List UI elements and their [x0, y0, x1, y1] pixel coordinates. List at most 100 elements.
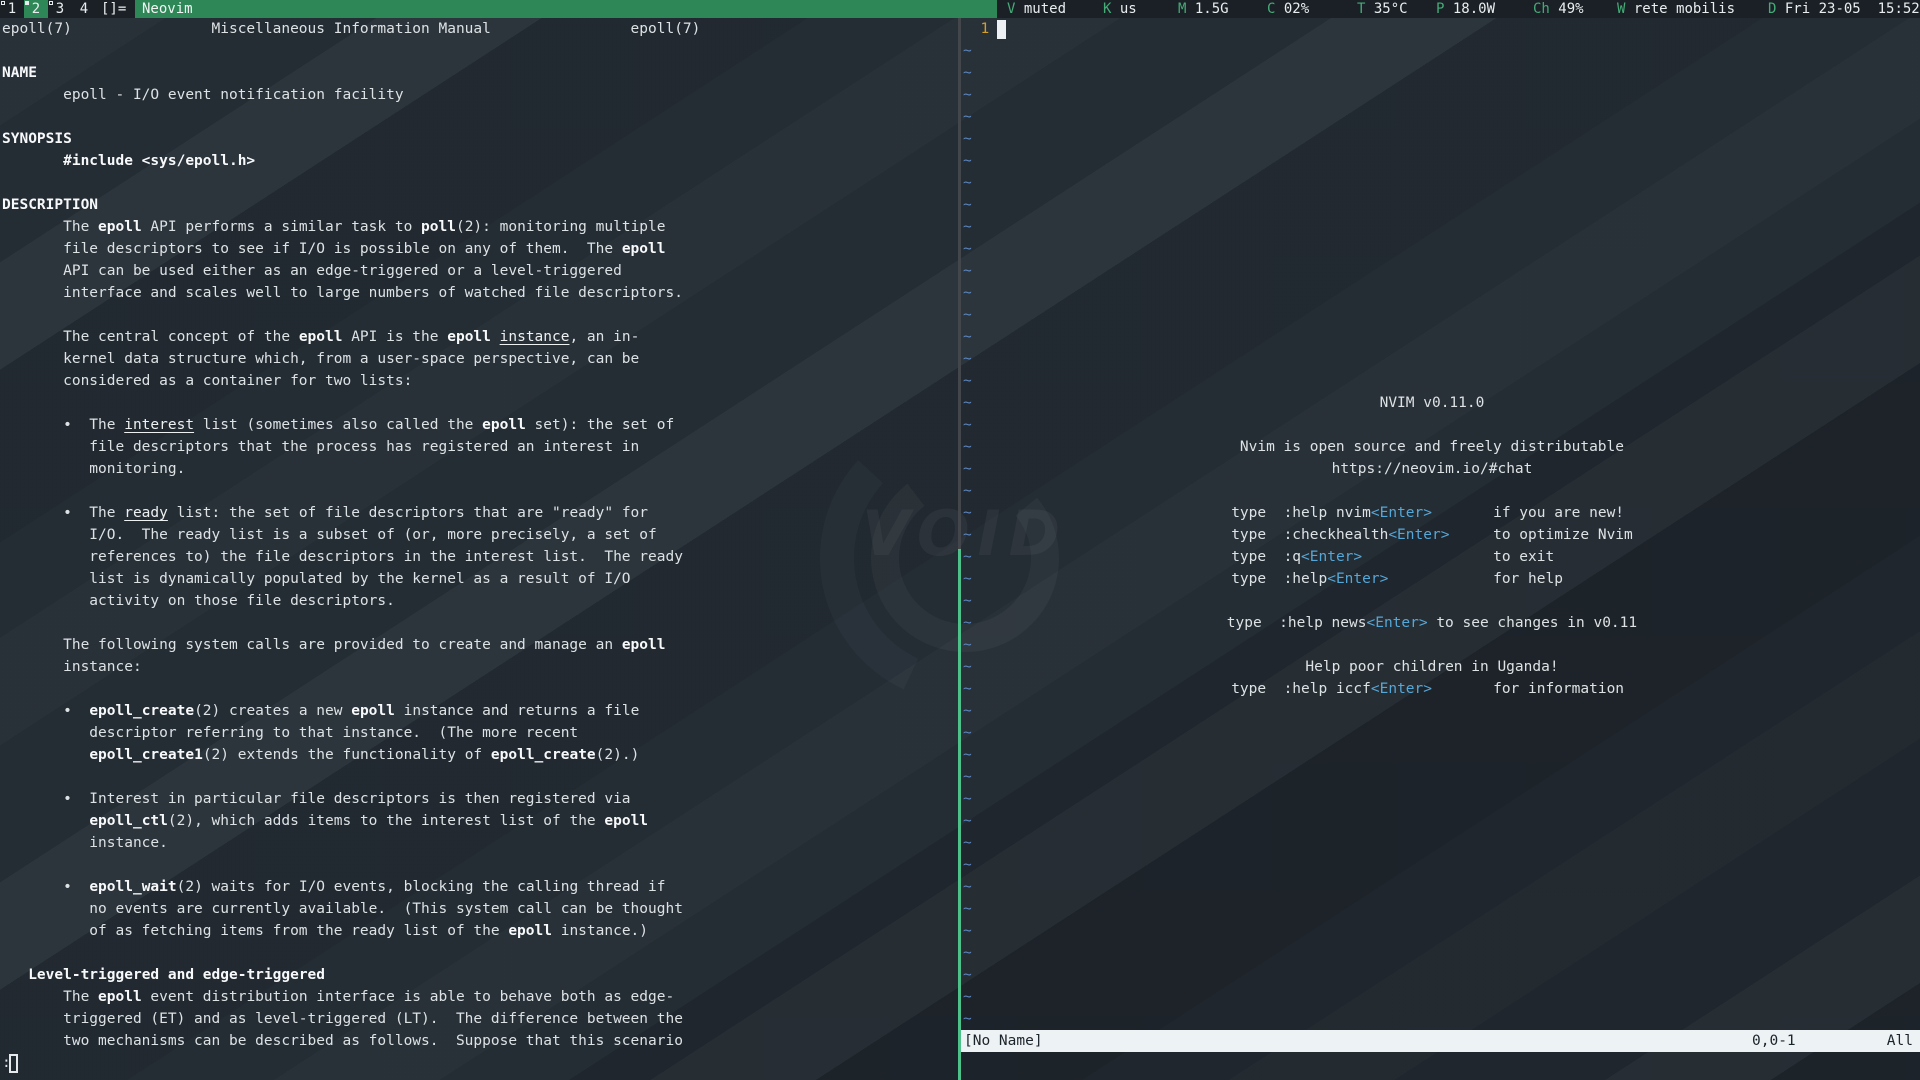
- man-text-line: references to) the file descriptors in t…: [2, 546, 683, 568]
- end-of-buffer-tilde: ~: [963, 282, 972, 304]
- end-of-buffer-tilde: ~: [963, 920, 972, 942]
- tag-2[interactable]: 2: [24, 0, 48, 18]
- man-text-line: instance.: [2, 832, 168, 854]
- intro-line: NVIM v0.11.0: [1380, 392, 1485, 414]
- man-text-line: The epoll event distribution interface i…: [2, 986, 674, 1008]
- end-of-buffer-tilde: ~: [963, 128, 972, 150]
- intro-line: type :help news<Enter> to see changes in…: [1227, 612, 1637, 634]
- intro-line: Nvim is open source and freely distribut…: [1240, 436, 1624, 458]
- end-of-buffer-tilde: ~: [963, 656, 972, 678]
- end-of-buffer-tilde: ~: [963, 436, 972, 458]
- man-text-line: SYNOPSIS: [2, 128, 72, 150]
- end-of-buffer-tilde: ~: [963, 348, 972, 370]
- end-of-buffer-tilde: ~: [963, 480, 972, 502]
- end-of-buffer-tilde: ~: [963, 502, 972, 524]
- layout-symbol[interactable]: []=: [101, 0, 126, 18]
- dwm-status-bar: 1234 []= Neovim V muted K us M 1.5G C 02% T …: [0, 0, 1920, 18]
- man-pane[interactable]: epoll(7) Miscellaneous Information Manua…: [0, 18, 956, 1080]
- man-text-line: list is dynamically populated by the ker…: [2, 568, 631, 590]
- man-text-line: The epoll API performs a similar task to…: [2, 216, 665, 238]
- status-c: C 02%: [1267, 0, 1309, 18]
- end-of-buffer-tilde: ~: [963, 392, 972, 414]
- man-text-line: epoll(7) Miscellaneous Information Manua…: [2, 18, 700, 40]
- end-of-buffer-tilde: ~: [963, 590, 972, 612]
- tag-3[interactable]: 3: [48, 0, 72, 18]
- end-of-buffer-tilde: ~: [963, 370, 972, 392]
- man-text-line: kernel data structure which, from a user…: [2, 348, 639, 370]
- man-text-line: descriptor referring to that instance. (…: [2, 722, 578, 744]
- end-of-buffer-tilde: ~: [963, 722, 972, 744]
- end-of-buffer-tilde: ~: [963, 260, 972, 282]
- intro-line: type :help<Enter> for help: [1231, 568, 1633, 590]
- tag-1[interactable]: 1: [0, 0, 24, 18]
- status-value: 49%: [1550, 1, 1584, 17]
- status-m: M 1.5G: [1178, 0, 1229, 18]
- man-text-line: considered as a container for two lists:: [2, 370, 412, 392]
- tag-occupancy-indicator: [49, 1, 53, 5]
- end-of-buffer-tilde: ~: [963, 942, 972, 964]
- tag-4[interactable]: 4: [72, 0, 96, 18]
- man-text-line: The central concept of the epoll API is …: [2, 326, 639, 348]
- intro-line: Help poor children in Uganda!: [1305, 656, 1558, 678]
- end-of-buffer-tilde: ~: [963, 304, 972, 326]
- nvim-statusline: [No Name] 0,0-1 All: [961, 1030, 1920, 1052]
- man-text-line: NAME: [2, 62, 37, 84]
- end-of-buffer-tilde: ~: [963, 238, 972, 260]
- end-of-buffer-tilde: ~: [963, 876, 972, 898]
- tag-label: 2: [32, 1, 40, 17]
- status-value: Fri 23-05 15:52: [1776, 1, 1919, 17]
- end-of-buffer-tilde: ~: [963, 964, 972, 986]
- end-of-buffer-tilde: ~: [963, 40, 972, 62]
- end-of-buffer-tilde: ~: [963, 194, 972, 216]
- focused-window-title[interactable]: Neovim: [135, 0, 997, 18]
- end-of-buffer-tilde: ~: [963, 172, 972, 194]
- status-value: muted: [1015, 1, 1066, 17]
- man-text-line: • epoll_wait(2) waits for I/O events, bl…: [2, 876, 666, 898]
- status-value: 02%: [1275, 1, 1309, 17]
- man-text-line: • The ready list: the set of file descri…: [2, 502, 648, 524]
- nvim-pane[interactable]: ~~~~~~~~~~~~~~~~~~~~~~~~~~~~~~~~~~~~~~~~…: [961, 18, 1920, 1080]
- end-of-buffer-tilde: ~: [963, 700, 972, 722]
- end-of-buffer-tilde: ~: [963, 766, 972, 788]
- man-text-line: DESCRIPTION: [2, 194, 98, 216]
- tag-occupancy-indicator: [25, 1, 29, 5]
- tag-label: 4: [80, 1, 88, 17]
- end-of-buffer-tilde: ~: [963, 634, 972, 656]
- intro-line: https://neovim.io/#chat: [1332, 458, 1533, 480]
- man-text-line: epoll_ctl(2), which adds items to the in…: [2, 810, 648, 832]
- end-of-buffer-tilde: ~: [963, 62, 972, 84]
- intro-line: type :help iccf<Enter> for information: [1231, 678, 1633, 700]
- status-value: 35°C: [1365, 1, 1407, 17]
- statusline-filename: [No Name]: [964, 1030, 1043, 1052]
- focused-window-border: [958, 549, 961, 1080]
- end-of-buffer-tilde: ~: [963, 898, 972, 920]
- status-t: T 35°C: [1357, 0, 1408, 18]
- end-of-buffer-tilde: ~: [963, 414, 972, 436]
- man-text-line: file descriptors to see if I/O is possib…: [2, 238, 665, 260]
- status-k: K us: [1103, 0, 1137, 18]
- end-of-buffer-tilde: ~: [963, 216, 972, 238]
- end-of-buffer-tilde: ~: [963, 678, 972, 700]
- status-key: Ch: [1533, 1, 1550, 17]
- man-text-line: API can be used either as an edge-trigge…: [2, 260, 622, 282]
- end-of-buffer-tilde: ~: [963, 546, 972, 568]
- unfocused-window-border: [958, 18, 961, 549]
- man-text-line: no events are currently available. (This…: [2, 898, 683, 920]
- statusline-ruler-scroll: All: [1887, 1030, 1913, 1052]
- man-text-line: triggered (ET) and as level-triggered (L…: [2, 1008, 683, 1030]
- man-text-line: epoll_create1(2) extends the functionali…: [2, 744, 639, 766]
- man-text-line: activity on those file descriptors.: [2, 590, 395, 612]
- man-text-line: of as fetching items from the ready list…: [2, 920, 648, 942]
- end-of-buffer-tilde: ~: [963, 832, 972, 854]
- intro-line: type :help nvim<Enter> if you are new!: [1231, 502, 1633, 524]
- tag-list: 1234: [0, 0, 96, 18]
- status-v: V muted: [1007, 0, 1066, 18]
- status-d: D Fri 23-05 15:52: [1768, 0, 1920, 18]
- end-of-buffer-tilde: ~: [963, 612, 972, 634]
- end-of-buffer-tilde: ~: [963, 150, 972, 172]
- line-number: 1: [963, 21, 989, 37]
- status-p: P 18.0W: [1436, 0, 1495, 18]
- man-text-line: monitoring.: [2, 458, 185, 480]
- tag-occupancy-indicator: [1, 1, 5, 5]
- status-value: us: [1111, 1, 1136, 17]
